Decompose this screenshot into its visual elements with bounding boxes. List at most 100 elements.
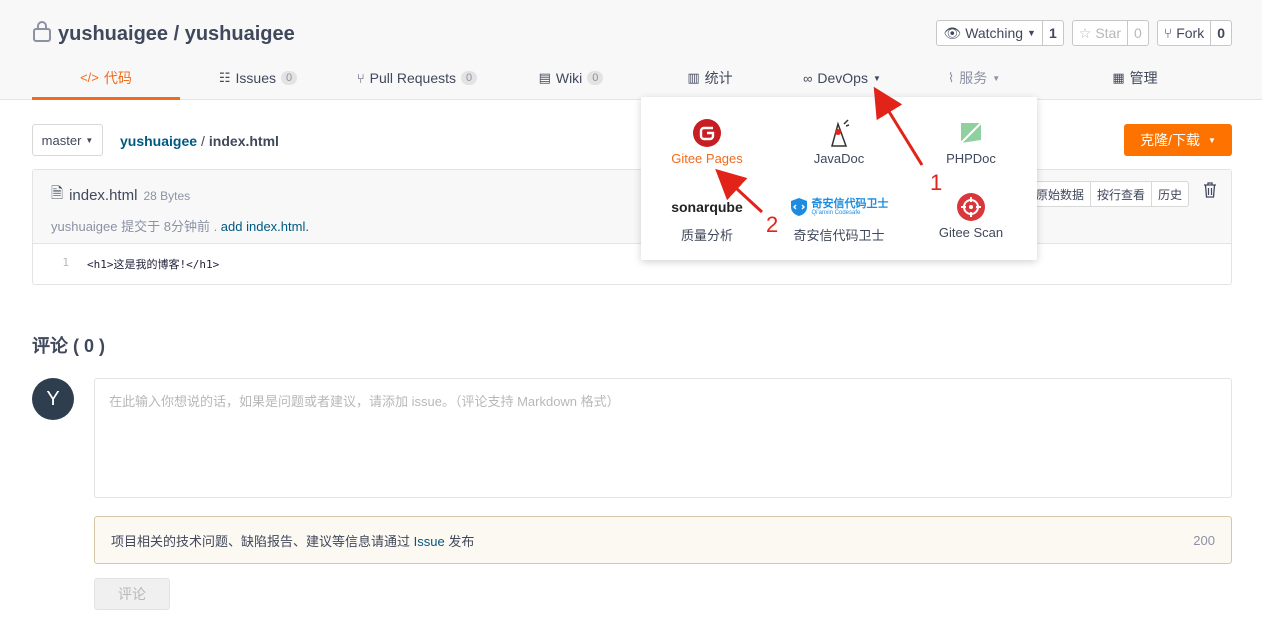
issues-badge: 0 xyxy=(281,71,298,85)
watch-count[interactable]: 1 xyxy=(1043,21,1063,45)
watch-label: Watching xyxy=(965,25,1024,41)
watch-button[interactable]: 👁 Watching ▼ 1 xyxy=(936,20,1064,46)
tab-devops[interactable]: ∞ DevOps ▼ xyxy=(776,58,908,98)
wiki-badge: 0 xyxy=(587,71,604,85)
file-viewer: 🗎 index.html 28 Bytes yushuaigee 提交于 8分钟… xyxy=(32,169,1232,285)
tab-services[interactable]: ⌇ 服务 ▼ xyxy=(908,58,1040,98)
caret-down-icon: ▼ xyxy=(992,73,1001,83)
gitee-pages-label: Gitee Pages xyxy=(671,151,743,166)
file-name: 🗎 index.html 28 Bytes xyxy=(51,183,190,208)
wiki-icon: ▤ xyxy=(538,70,551,85)
star-button[interactable]: ☆ Star 0 xyxy=(1071,20,1149,46)
menu-item-sonarqube[interactable]: sonarqube 质量分析 xyxy=(641,189,773,244)
trash-icon[interactable] xyxy=(1203,182,1217,201)
breadcrumb-separator: / xyxy=(201,133,205,149)
repo-tabs: </> 代码 ☷ Issues 0 ⑂ Pull Requests 0 ▤ Wi… xyxy=(32,58,1232,100)
tab-code[interactable]: </> 代码 xyxy=(32,58,180,100)
lock-icon xyxy=(32,20,52,48)
annotation-mark-1: 1 xyxy=(930,170,943,195)
repo-header: yushuaigee / yushuaigee 👁 Watching ▼ 1 ☆ St… xyxy=(0,0,1262,100)
phpdoc-icon xyxy=(958,115,984,151)
qianxin-label: 奇安信代码卫士 xyxy=(793,228,885,243)
commit-prefix: yushuaigee 提交于 8分钟前 . xyxy=(51,219,221,234)
breadcrumb-file: index.html xyxy=(208,133,279,149)
notice-suffix: 发布 xyxy=(444,533,475,549)
branch-select[interactable]: master ▼ xyxy=(32,124,103,156)
caret-down-icon: ▼ xyxy=(1027,28,1036,38)
annotation-mark-2: 2 xyxy=(766,212,779,237)
java-duke-icon xyxy=(826,115,852,151)
code-text: <h1>这是我的博客!</h1> xyxy=(87,258,220,271)
file-icon: 🗎 xyxy=(51,185,64,202)
tab-code-label: 代码 xyxy=(103,69,132,86)
comment-notice: 项目相关的技术问题、缺陷报告、建议等信息请通过 Issue 发布 200 xyxy=(94,516,1232,564)
line-number: 1 xyxy=(62,256,69,269)
tab-issues-label: Issues xyxy=(235,70,276,86)
pulse-icon: ⌇ xyxy=(947,70,955,85)
file-name-text: index.html xyxy=(69,187,138,204)
commit-info: yushuaigee 提交于 8分钟前 . add index.html. xyxy=(51,216,309,235)
star-count[interactable]: 0 xyxy=(1128,21,1148,45)
avatar: Y xyxy=(32,378,74,420)
qianxin-logo-icon: 奇安信代码卫士 Qi'anxin Codesafe xyxy=(790,189,889,225)
star-icon: ☆ xyxy=(1078,24,1092,41)
caret-down-icon: ▼ xyxy=(85,135,94,145)
comments-title: 评论 ( 0 ) xyxy=(32,336,106,356)
phpdoc-label: PHPDoc xyxy=(946,151,996,166)
star-label: Star xyxy=(1095,25,1121,41)
gitee-scan-label: Gitee Scan xyxy=(938,225,1004,240)
tab-manage[interactable]: ▦ 管理 xyxy=(1040,58,1230,98)
raw-button[interactable]: 原始数据 xyxy=(1030,182,1090,206)
qianxin-logo-text: 奇安信代码卫士 xyxy=(811,197,889,210)
file-header: 🗎 index.html 28 Bytes yushuaigee 提交于 8分钟… xyxy=(33,170,1231,244)
tab-stats[interactable]: ▥ 统计 xyxy=(644,58,776,98)
breadcrumb: yushuaigee / index.html xyxy=(120,133,279,149)
file-action-buttons: 原始数据 按行查看 历史 xyxy=(1028,181,1189,207)
menu-item-phpdoc[interactable]: PHPDoc xyxy=(905,115,1037,166)
infinity-icon: ∞ xyxy=(803,70,813,86)
branch-label: master xyxy=(41,132,82,148)
caret-down-icon: ▼ xyxy=(872,73,881,83)
tab-pull-requests[interactable]: ⑂ Pull Requests 0 xyxy=(336,58,498,98)
notice-prefix: 项目相关的技术问题、缺陷报告、建议等信息请通过 xyxy=(111,533,414,549)
gitee-logo-icon xyxy=(692,115,722,151)
issue-link[interactable]: Issue xyxy=(414,534,445,549)
tab-issues[interactable]: ☷ Issues 0 xyxy=(180,58,336,98)
pulls-badge: 0 xyxy=(461,71,478,85)
file-size: 28 Bytes xyxy=(143,188,191,203)
breadcrumb-owner[interactable]: yushuaigee xyxy=(120,133,197,149)
bar-chart-icon: ▥ xyxy=(687,70,700,85)
fork-icon: ⑂ xyxy=(1163,25,1173,41)
clone-label: 克隆/下载 xyxy=(1140,132,1200,148)
notice-text: 项目相关的技术问题、缺陷报告、建议等信息请通过 Issue 发布 xyxy=(111,531,474,550)
eye-icon: 👁 xyxy=(943,24,962,41)
clone-download-button[interactable]: 克隆/下载 ▼ xyxy=(1124,124,1232,156)
submit-comment-button[interactable]: 评论 xyxy=(94,578,170,610)
repo-actions: 👁 Watching ▼ 1 ☆ Star 0 ⑂ Fork 0 xyxy=(936,20,1232,46)
tab-devops-label: DevOps xyxy=(817,70,868,86)
menu-item-gitee-scan[interactable]: Gitee Scan xyxy=(905,189,1037,240)
comment-textarea[interactable]: 在此输入你想说的话，如果是问题或者建议，请添加 issue。（评论支持 Mark… xyxy=(94,378,1232,498)
menu-item-gitee-pages[interactable]: Gitee Pages xyxy=(641,115,773,166)
tab-wiki[interactable]: ▤ Wiki 0 xyxy=(498,58,644,98)
history-button[interactable]: 历史 xyxy=(1150,182,1188,206)
code-line: 1 <h1>这是我的博客!</h1> xyxy=(33,256,219,272)
devops-dropdown: Gitee Pages JavaDoc PHPDoc sonarqube 质量分… xyxy=(641,97,1037,260)
qianxin-logo-subtext: Qi'anxin Codesafe xyxy=(811,209,861,216)
char-count: 200 xyxy=(1193,532,1215,548)
repo-title-text[interactable]: yushuaigee / yushuaigee xyxy=(58,23,295,46)
caret-down-icon: ▼ xyxy=(1207,135,1216,145)
fork-label: Fork xyxy=(1176,25,1205,41)
tab-wiki-label: Wiki xyxy=(555,70,583,86)
tab-services-label: 服务 xyxy=(959,70,988,86)
fork-button[interactable]: ⑂ Fork 0 xyxy=(1156,20,1232,46)
menu-item-javadoc[interactable]: JavaDoc xyxy=(773,115,905,166)
sonarqube-logo-icon: sonarqube xyxy=(671,199,743,215)
blame-button[interactable]: 按行查看 xyxy=(1089,182,1151,206)
javadoc-label: JavaDoc xyxy=(813,151,865,166)
commit-message[interactable]: add index.html. xyxy=(221,219,309,234)
manage-icon: ▦ xyxy=(1112,70,1125,85)
tab-pulls-label: Pull Requests xyxy=(369,70,457,86)
fork-count[interactable]: 0 xyxy=(1211,21,1231,45)
menu-item-qianxin[interactable]: 奇安信代码卫士 Qi'anxin Codesafe 奇安信代码卫士 xyxy=(773,189,905,244)
